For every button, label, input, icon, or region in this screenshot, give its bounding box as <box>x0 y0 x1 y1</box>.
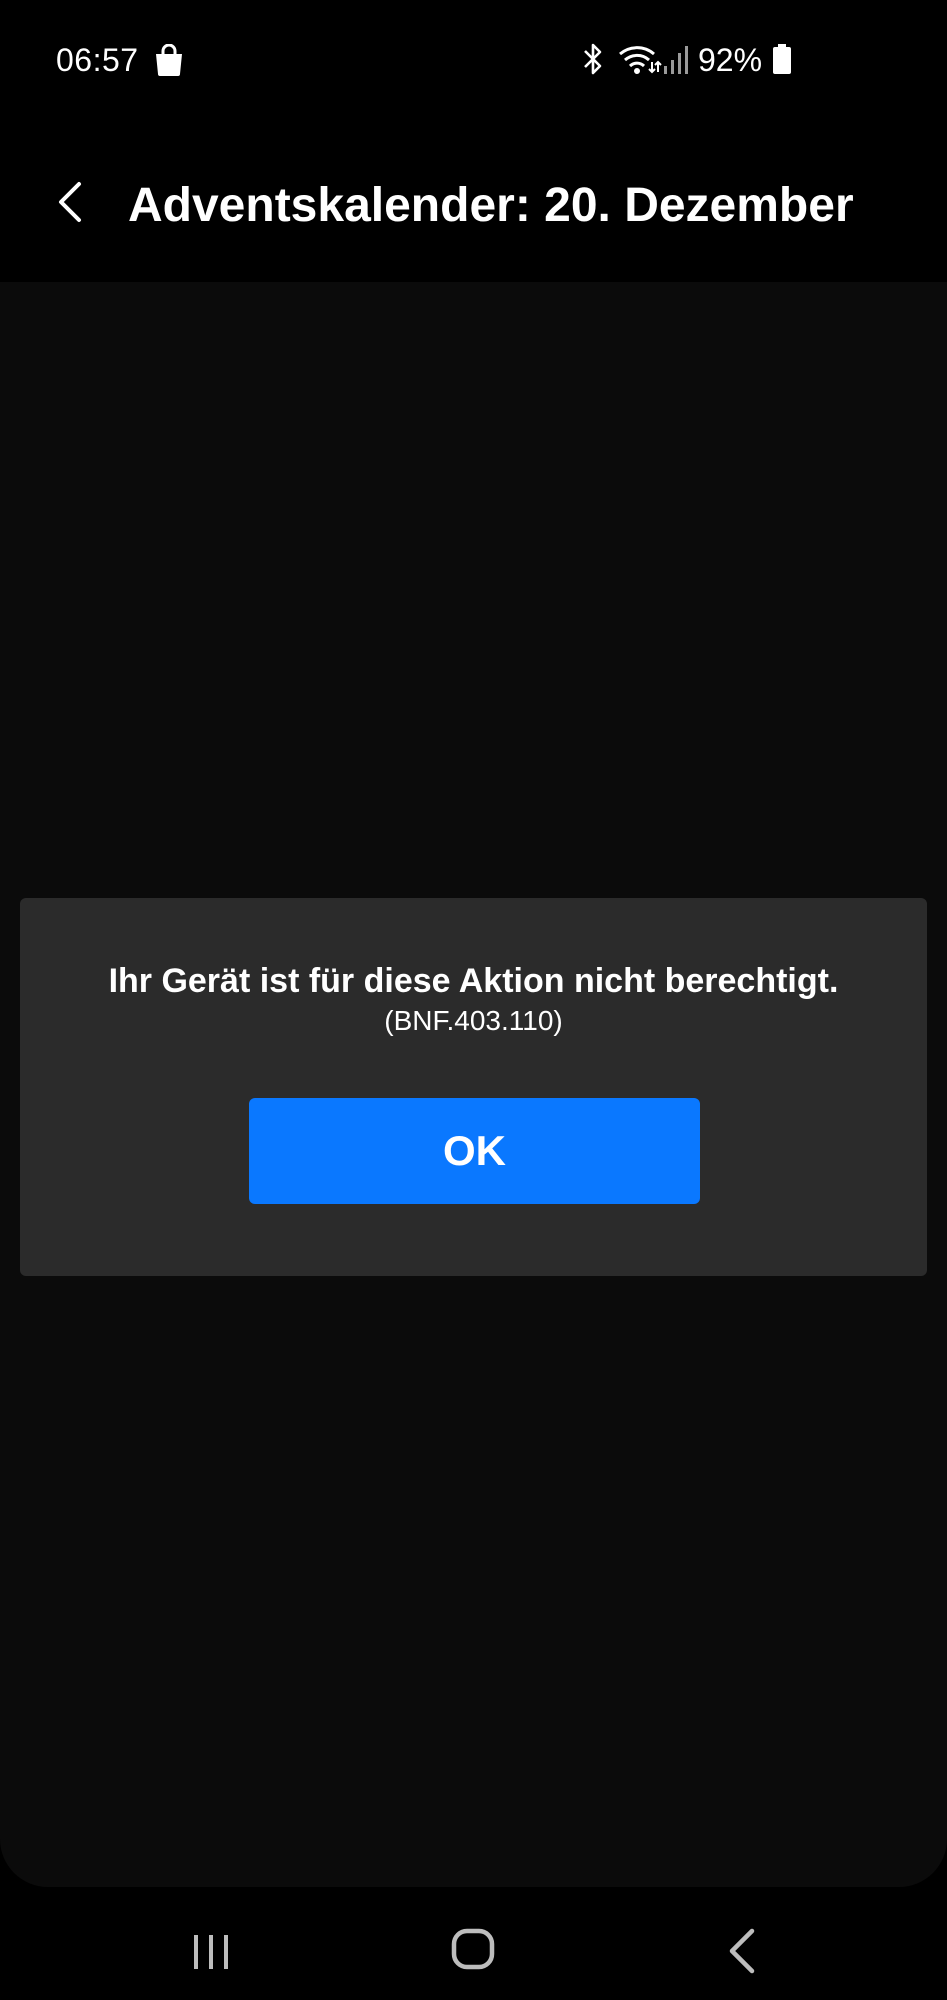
status-bar: 06:57 92% <box>0 0 947 120</box>
chevron-left-icon <box>59 182 81 222</box>
back-icon[interactable] <box>718 1923 764 1979</box>
app-bar: Adventskalender: 20. Dezember <box>0 120 947 282</box>
dialog-error-code: (BNF.403.110) <box>384 1005 563 1036</box>
error-dialog: Ihr Gerät ist für diese Aktion nicht ber… <box>20 898 927 1276</box>
signal-icon <box>664 46 688 74</box>
battery-percentage: 92% <box>698 42 763 78</box>
battery-icon <box>773 44 791 74</box>
back-button[interactable] <box>40 172 100 232</box>
navigation-bar <box>0 1887 947 2000</box>
bluetooth-icon <box>584 43 602 75</box>
wifi-icon <box>619 46 662 74</box>
recents-icon[interactable] <box>182 1927 240 1977</box>
status-time: 06:57 <box>56 42 139 78</box>
dialog-message: Ihr Gerät ist für diese Aktion nicht ber… <box>108 962 839 1000</box>
home-icon[interactable] <box>449 1925 499 1975</box>
shopping-bag-icon <box>156 44 182 76</box>
ok-button[interactable]: OK <box>249 1098 700 1204</box>
page-title: Adventskalender: 20. Dezember <box>128 179 854 232</box>
